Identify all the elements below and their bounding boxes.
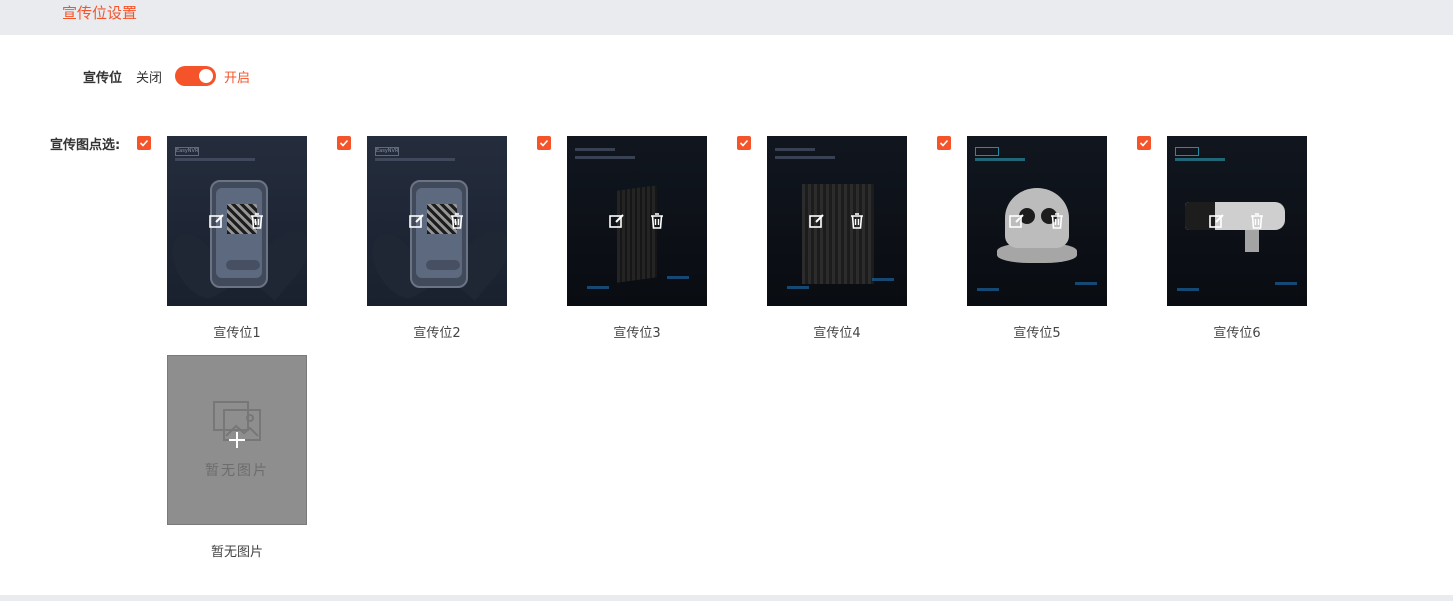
page-header: 宣传位设置 [0,0,1453,35]
edit-icon[interactable] [208,212,226,230]
card-hover-overlay [567,136,707,306]
page-title: 宣传位设置 [62,4,138,22]
trash-icon[interactable] [1248,212,1266,230]
card-hover-overlay [167,136,307,306]
image-card-1[interactable]: EasyNVR [167,136,307,306]
trash-icon[interactable] [1048,212,1066,230]
image-checkbox-1[interactable] [137,136,151,150]
check-icon [339,139,349,147]
image-caption-1: 宣传位1 [213,326,261,341]
card-hover-overlay [1167,136,1307,306]
image-card-6[interactable] [1167,136,1307,306]
image-checkbox-2[interactable] [337,136,351,150]
image-caption-2: 宣传位2 [413,326,461,341]
check-icon [1139,139,1149,147]
toggle-on-label: 开启 [224,71,251,86]
image-checkbox-6[interactable] [1137,136,1151,150]
trash-icon[interactable] [448,212,466,230]
image-caption-4: 宣传位4 [813,326,861,341]
image-caption-6: 宣传位6 [1213,326,1261,341]
empty-placeholder-text: 暂无图片 [205,463,269,479]
add-image-card[interactable]: 暂无图片 [167,355,307,525]
image-caption-5: 宣传位5 [1013,326,1061,341]
switch-knob [199,69,213,83]
image-card-4[interactable] [767,136,907,306]
image-checkbox-4[interactable] [737,136,751,150]
check-icon [739,139,749,147]
ad-toggle-label: 宣传位 [83,71,123,86]
trash-icon[interactable] [848,212,866,230]
trash-icon[interactable] [248,212,266,230]
image-card-2[interactable]: EasyNVR [367,136,507,306]
check-icon [139,139,149,147]
trash-icon[interactable] [648,212,666,230]
edit-icon[interactable] [608,212,626,230]
ad-toggle-switch[interactable] [175,66,216,86]
image-select-label: 宣传图点选: [50,138,121,153]
check-icon [939,139,949,147]
edit-icon[interactable] [1008,212,1026,230]
card-hover-overlay [767,136,907,306]
card-hover-overlay [967,136,1107,306]
image-card-3[interactable] [567,136,707,306]
edit-icon[interactable] [808,212,826,230]
image-card-5[interactable] [967,136,1107,306]
edit-icon[interactable] [1208,212,1226,230]
image-caption-3: 宣传位3 [613,326,661,341]
card-hover-overlay [367,136,507,306]
empty-caption: 暂无图片 [210,545,263,560]
image-checkbox-3[interactable] [537,136,551,150]
check-icon [539,139,549,147]
footer-bar [0,595,1453,601]
toggle-off-label: 关闭 [136,71,163,86]
image-checkbox-5[interactable] [937,136,951,150]
edit-icon[interactable] [408,212,426,230]
plus-icon[interactable] [228,431,246,449]
